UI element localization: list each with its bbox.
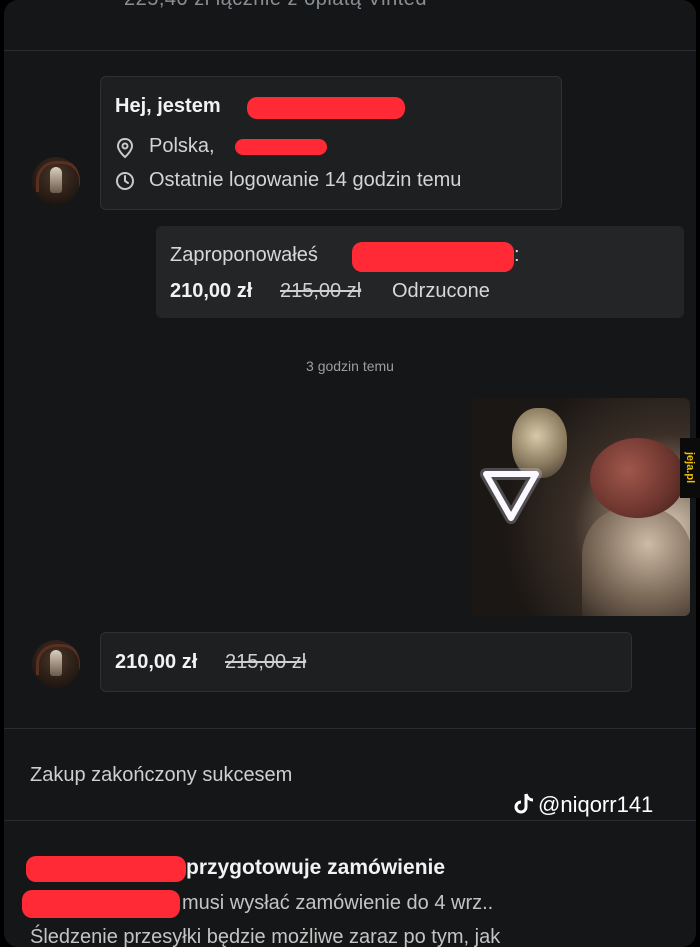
price-message-new: 210,00 zł: [115, 651, 198, 673]
witcher-sign-icon: [480, 468, 542, 524]
offer-card[interactable]: Zaproponowałeś : 210,00 zł 215,00 zł Odr…: [156, 226, 684, 318]
profile-card[interactable]: Hej, jestem Polska, Ostatnie logowanie 1…: [100, 76, 562, 210]
watermark: jeja.pl: [680, 438, 700, 498]
order-preparing: przygotowuje zamówienie: [186, 856, 446, 879]
price-message-old: 215,00 zł: [225, 651, 307, 673]
seller-avatar-2[interactable]: [32, 640, 80, 688]
redaction-seller-1: [26, 856, 186, 882]
image-message[interactable]: [472, 398, 690, 616]
chat-window: 225,40 zł łącznie z opłatą Vinted Hej, j…: [4, 0, 696, 947]
order-deadline: musi wysłać zamówienie do 4 wrz..: [182, 892, 494, 914]
offer-status: Odrzucone: [392, 280, 490, 302]
offer-old-price: 215,00 zł: [280, 280, 362, 302]
purchase-divider: [4, 728, 696, 729]
offer-prefix: Zaproponowałeś: [170, 244, 318, 266]
message-timestamp: 3 godzin temu: [306, 358, 394, 374]
header-divider: [4, 50, 696, 51]
profile-last-login: Ostatnie logowanie 14 godzin temu: [149, 169, 462, 191]
offer-new-price: 210,00 zł: [170, 280, 253, 302]
redaction-city: [235, 139, 327, 155]
clock-icon: [116, 172, 134, 190]
offer-colon: :: [514, 244, 520, 266]
order-divider: [4, 820, 696, 821]
purchase-status: Zakup zakończony sukcesem: [30, 764, 293, 786]
order-tracking-info: Śledzenie przesyłki będzie możliwe zaraz…: [30, 926, 501, 947]
profile-greeting: Hej, jestem: [115, 95, 221, 117]
price-message-card[interactable]: 210,00 zł 215,00 zł: [100, 632, 632, 692]
redaction-seller-2: [22, 890, 180, 918]
tiktok-icon: [514, 793, 534, 814]
total-price-cut: 225,40 zł łącznie z opłatą Vinted: [124, 0, 427, 11]
seller-avatar[interactable]: [32, 157, 80, 205]
tiktok-handle: @niqorr141: [538, 792, 654, 817]
location-pin-icon: [116, 137, 134, 159]
redaction-name: [247, 97, 405, 119]
profile-location: Polska,: [149, 135, 215, 157]
redaction-offer-user: [352, 242, 514, 272]
